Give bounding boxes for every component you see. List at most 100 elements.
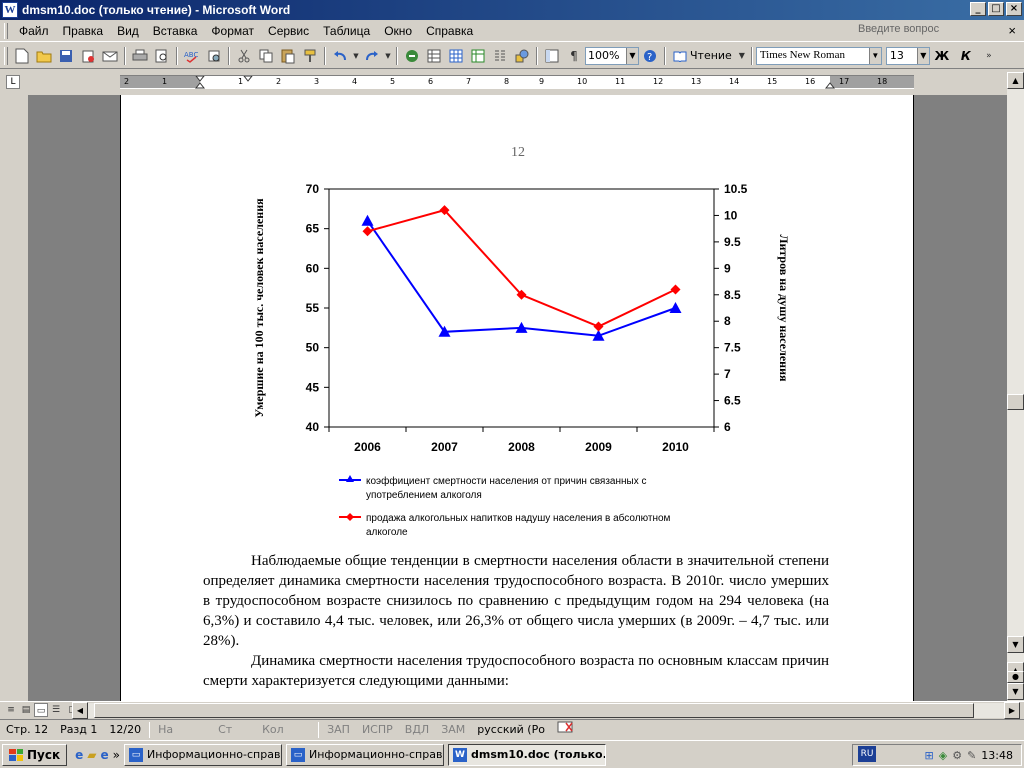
undo-dropdown-icon[interactable]: ▼	[352, 46, 360, 66]
paste-icon[interactable]	[278, 46, 298, 66]
status-extend[interactable]: ВДЛ	[399, 721, 435, 739]
web-view-icon[interactable]: ▤	[19, 703, 33, 717]
ruler-tick: 5	[390, 77, 396, 86]
spelling-icon[interactable]: ABC	[182, 46, 202, 66]
columns-icon[interactable]	[490, 46, 510, 66]
word-app-icon[interactable]: W	[2, 2, 18, 18]
y-tick-label: 65	[306, 222, 320, 236]
italic-button[interactable]: К	[956, 46, 976, 66]
shield-icon[interactable]: ◈	[939, 749, 947, 762]
print-icon[interactable]	[130, 46, 150, 66]
font-name-dropdown-icon[interactable]: ▼	[868, 47, 881, 64]
reading-layout-button[interactable]: Чтение	[669, 49, 736, 62]
taskbar-button[interactable]: ▭ Информационно-справо...	[285, 743, 444, 766]
quick-launch-overflow[interactable]: »	[113, 748, 120, 762]
cut-icon[interactable]	[234, 46, 254, 66]
menu-view[interactable]: Вид	[110, 24, 146, 38]
toolbar-grip[interactable]	[4, 46, 8, 65]
zoom-value: 100%	[588, 48, 620, 62]
vertical-scroll-thumb[interactable]	[1007, 394, 1024, 410]
minimize-button[interactable]: _	[970, 2, 986, 16]
menu-grip[interactable]	[4, 22, 8, 39]
show-hide-icon[interactable]: ¶	[564, 46, 584, 66]
close-document-button[interactable]: ×	[1008, 23, 1016, 38]
tools-icon[interactable]: ✎	[967, 749, 976, 762]
font-name-select[interactable]: Times New Roman ▼	[755, 46, 882, 65]
menu-format[interactable]: Формат	[204, 24, 261, 38]
font-size-dropdown-icon[interactable]: ▼	[916, 47, 929, 64]
taskbar-button-active[interactable]: W dmsm10.doc (только...	[447, 743, 606, 766]
zoom-select[interactable]: 100% ▼	[585, 46, 639, 65]
redo-icon[interactable]	[362, 46, 382, 66]
menu-table[interactable]: Таблица	[316, 24, 377, 38]
ask-question-input[interactable]: Введите вопрос	[858, 23, 988, 39]
horizontal-scroll-thumb[interactable]	[94, 703, 974, 718]
document-page[interactable]: 12 70 65 60 55 50 45 40 10.5 10 9.5 9 8.5 8 7.5 7 6.5 6…	[120, 95, 914, 701]
new-document-icon[interactable]	[12, 46, 32, 66]
format-painter-icon[interactable]	[300, 46, 320, 66]
document-map-icon[interactable]	[542, 46, 562, 66]
zoom-dropdown-icon[interactable]: ▼	[626, 47, 638, 64]
close-button[interactable]: ×	[1006, 2, 1022, 16]
settings-icon[interactable]: ⚙	[952, 749, 962, 762]
scroll-down-button[interactable]: ▼	[1007, 636, 1024, 653]
menu-help[interactable]: Справка	[419, 24, 480, 38]
redo-dropdown-icon[interactable]: ▼	[384, 46, 392, 66]
tab-selector[interactable]: L	[6, 75, 20, 89]
outline-view-icon[interactable]: ☰	[49, 703, 63, 717]
print-preview-icon[interactable]	[152, 46, 172, 66]
insert-table-icon[interactable]	[446, 46, 466, 66]
maximize-button[interactable]: □	[988, 2, 1004, 16]
internet-explorer-icon[interactable]: e	[101, 748, 109, 762]
browse-object-icon[interactable]: ●	[1007, 671, 1024, 683]
title-bar: W dmsm10.doc (только чтение) - Microsoft…	[0, 0, 1024, 20]
toolbar-options-icon[interactable]: ▼	[737, 46, 747, 66]
status-language[interactable]: русский (Ро	[471, 721, 551, 739]
folder-icon[interactable]: ▰	[87, 748, 96, 762]
font-size-select[interactable]: 13 ▼	[885, 46, 930, 65]
toolbar-separator	[664, 46, 666, 65]
tables-borders-icon[interactable]	[424, 46, 444, 66]
ruler-tick: 10	[577, 77, 588, 86]
y2-tick-label: 8	[724, 314, 731, 328]
copy-icon[interactable]	[256, 46, 276, 66]
drawing-icon[interactable]	[512, 46, 532, 66]
paragraph-text[interactable]: Динамика смертности населения трудоспосо…	[203, 651, 829, 691]
permission-icon[interactable]	[78, 46, 98, 66]
scroll-up-button[interactable]: ▲	[1007, 72, 1024, 89]
network-icon[interactable]: ⊞	[925, 749, 934, 762]
status-record[interactable]: ЗАП	[321, 721, 356, 739]
save-icon[interactable]	[56, 46, 76, 66]
spelling-status-icon[interactable]	[551, 721, 581, 739]
print-layout-icon[interactable]: ▭	[34, 703, 48, 717]
insert-excel-icon[interactable]	[468, 46, 488, 66]
hyperlink-icon[interactable]	[402, 46, 422, 66]
scroll-left-button[interactable]: ◀	[72, 702, 88, 719]
help-icon[interactable]: ?	[640, 46, 660, 66]
browser-icon[interactable]: e	[75, 748, 83, 762]
taskbar-button[interactable]: ▭ Информационно-справо...	[123, 743, 282, 766]
open-folder-icon[interactable]	[34, 46, 54, 66]
menu-window[interactable]: Окно	[377, 24, 419, 38]
ruler-tick: 16	[805, 77, 816, 86]
toolbar-overflow-icon[interactable]: »	[979, 46, 999, 66]
undo-icon[interactable]	[330, 46, 350, 66]
menu-edit[interactable]: Правка	[56, 24, 111, 38]
status-track-changes[interactable]: ИСПР	[356, 721, 399, 739]
menu-insert[interactable]: Вставка	[146, 24, 205, 38]
paragraph-text[interactable]: Наблюдаемые общие тенденции в смертности…	[203, 551, 829, 651]
research-icon[interactable]	[204, 46, 224, 66]
menu-file[interactable]: Файл	[12, 24, 56, 38]
menu-tools[interactable]: Сервис	[261, 24, 316, 38]
status-overtype[interactable]: ЗАМ	[435, 721, 471, 739]
horizontal-ruler[interactable]: 2 1 1 2 3 4 5 6 7 8 9 10 11 12 13 14 15 …	[120, 75, 914, 89]
scroll-right-button[interactable]: ▶	[1004, 702, 1020, 719]
vertical-scrollbar[interactable]: ▲ ▼ ▲ ● ▼	[1007, 72, 1024, 701]
bold-button[interactable]: Ж	[932, 46, 952, 66]
normal-view-icon[interactable]: ≡	[4, 703, 18, 717]
legend-entry-2-line1: продажа алкогольных напитков надушу насе…	[366, 512, 671, 524]
start-button[interactable]: Пуск	[2, 743, 68, 766]
email-icon[interactable]	[100, 46, 120, 66]
horizontal-scrollbar[interactable]	[88, 703, 1004, 718]
next-page-icon[interactable]: ▼	[1007, 683, 1024, 700]
